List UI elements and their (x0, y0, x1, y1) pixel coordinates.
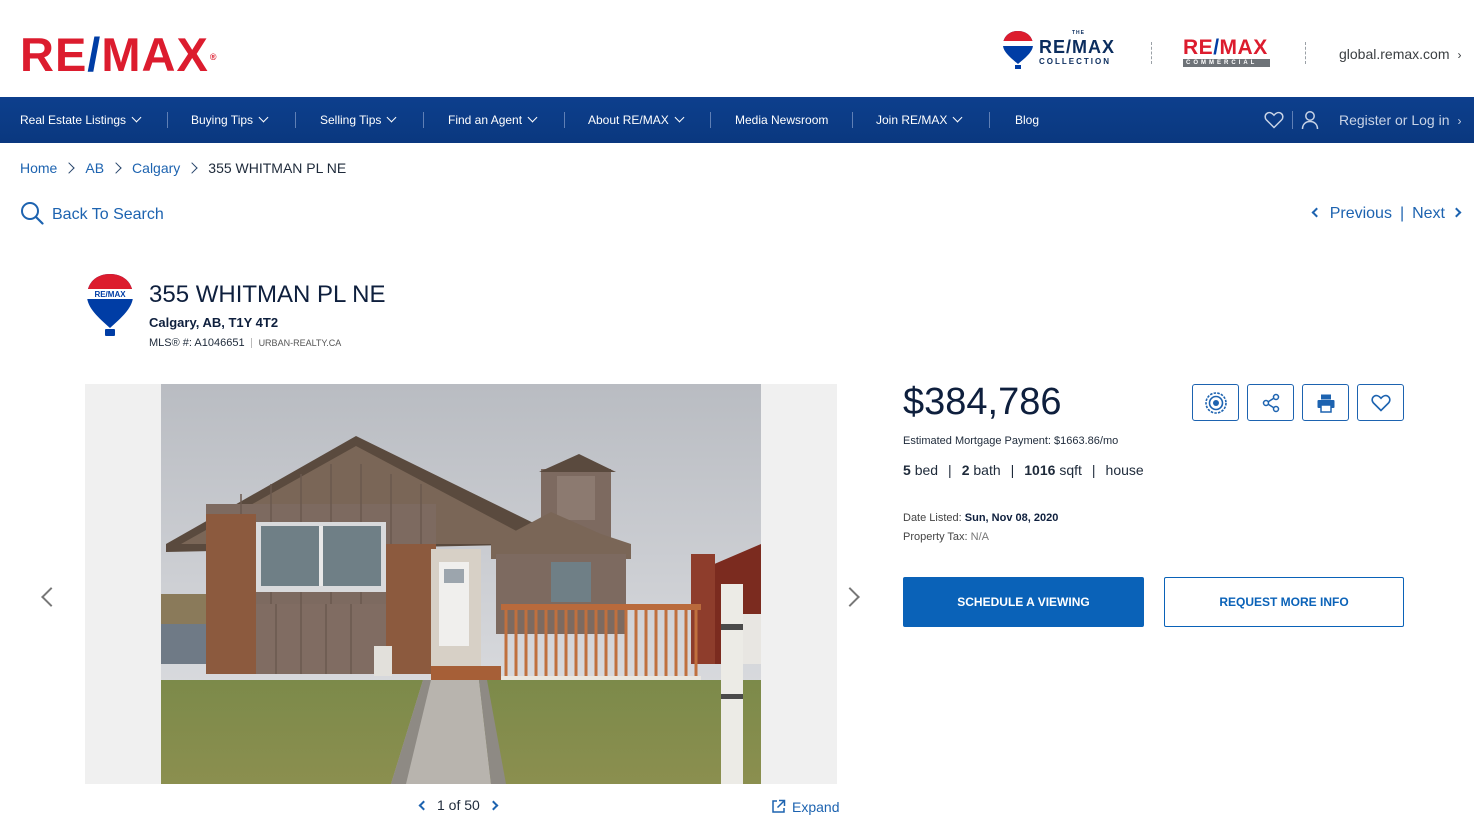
chevron-right-icon (1451, 207, 1462, 218)
nav-buying-tips[interactable]: Buying Tips (191, 97, 269, 143)
breadcrumb-home[interactable]: Home (20, 160, 57, 176)
svg-text:RE/MAX: RE/MAX (94, 290, 126, 299)
chevron-down-icon (386, 112, 397, 123)
site-header: RE/MAX® THE RE/MAX COLLECTION RE/MAX COM… (0, 0, 1474, 97)
nav-selling-tips[interactable]: Selling Tips (320, 97, 397, 143)
share-icon (1262, 393, 1279, 412)
remax-balloon-icon: RE/MAX (87, 274, 133, 336)
nav-real-estate-listings[interactable]: Real Estate Listings (20, 97, 142, 143)
expand-gallery-link[interactable]: Expand (771, 799, 839, 816)
chevron-right-icon: › (1457, 48, 1462, 62)
user-icon[interactable] (1301, 110, 1319, 130)
nav-about-remax[interactable]: About RE/MAX (588, 97, 685, 143)
heart-icon (1370, 394, 1391, 412)
breadcrumb-province[interactable]: AB (85, 160, 104, 176)
listing-photo[interactable] (161, 384, 761, 784)
external-link-icon (772, 799, 786, 813)
gallery-prev-arrow[interactable] (41, 587, 61, 607)
chevron-left-icon[interactable] (418, 800, 429, 811)
nav-separator (167, 112, 168, 128)
listing-prev-next: Previous | Next (1311, 205, 1462, 223)
schedule-viewing-button[interactable]: SCHEDULE A VIEWING (903, 577, 1144, 627)
chevron-down-icon (258, 112, 269, 123)
nav-separator (710, 112, 711, 128)
remax-collection-logo[interactable]: THE RE/MAX COLLECTION (1002, 28, 1122, 72)
listing-dates: Date Listed: Sun, Nov 08, 2020 Property … (903, 509, 1058, 547)
breadcrumb-current: 355 WHITMAN PL NE (208, 160, 347, 176)
chevron-right-icon: › (1457, 114, 1462, 128)
heart-icon[interactable] (1264, 111, 1284, 129)
listing-mls: MLS® #: A1046651 URBAN-REALTY.CA (149, 337, 342, 349)
balloon-icon (1003, 31, 1033, 69)
chevron-right-icon (63, 162, 76, 174)
chevron-right-icon (110, 162, 122, 174)
collection-sub: COLLECTION (1039, 57, 1111, 66)
favorite-button[interactable] (1357, 384, 1404, 421)
badge-button[interactable] (1192, 384, 1239, 421)
photo-gallery (85, 384, 837, 784)
brokerage-name: URBAN-REALTY.CA (250, 338, 342, 348)
nav-separator (423, 112, 424, 128)
listing-address: 355 WHITMAN PL NE (149, 281, 386, 308)
header-divider (1151, 42, 1152, 64)
chevron-right-icon[interactable] (488, 800, 499, 811)
nav-blog[interactable]: Blog (1015, 97, 1039, 143)
house-photo (161, 384, 761, 784)
nav-separator (295, 112, 296, 128)
previous-listing-link[interactable]: Previous (1311, 205, 1392, 222)
listing-price: $384,786 (903, 381, 1062, 423)
remax-commercial-logo[interactable]: RE/MAX COMMERCIAL (1183, 37, 1270, 67)
collection-brand: RE/MAX (1039, 37, 1116, 57)
listing-specs: 5 bed | 2 bath | 1016 sqft | house (903, 462, 1144, 478)
badge-icon (1204, 391, 1227, 414)
chevron-down-icon (674, 112, 685, 123)
share-button[interactable] (1247, 384, 1294, 421)
chevron-right-icon (186, 162, 198, 174)
header-divider (1305, 42, 1306, 64)
register-login-link[interactable]: Register or Log in › (1339, 97, 1462, 143)
chevron-down-icon (131, 112, 142, 123)
property-tax: Property Tax: N/A (903, 531, 990, 543)
gallery-pager: 1 of 50 (418, 797, 499, 813)
chevron-left-icon (1311, 207, 1322, 218)
nav-separator (564, 112, 565, 128)
collection-the: THE (1072, 30, 1085, 36)
nav-separator (989, 112, 990, 128)
search-icon (21, 202, 44, 225)
remax-logo[interactable]: RE/MAX® (20, 31, 216, 78)
chevron-down-icon (952, 112, 963, 123)
date-listed: Date Listed: Sun, Nov 08, 2020 (903, 512, 1059, 524)
request-info-button[interactable]: REQUEST MORE INFO (1164, 577, 1404, 627)
back-to-search-link[interactable]: Back To Search (20, 202, 164, 227)
print-icon (1317, 394, 1334, 413)
global-remax-link[interactable]: global.remax.com › (1339, 46, 1462, 62)
gallery-next-arrow[interactable] (840, 587, 860, 607)
nav-find-an-agent[interactable]: Find an Agent (448, 97, 538, 143)
chevron-down-icon (527, 112, 538, 123)
next-listing-link[interactable]: Next (1412, 205, 1462, 222)
nav-join-remax[interactable]: Join RE/MAX (876, 97, 963, 143)
print-button[interactable] (1302, 384, 1349, 421)
photo-counter: 1 of 50 (437, 797, 480, 813)
nav-media-newsroom[interactable]: Media Newsroom (735, 97, 828, 143)
mortgage-estimate: Estimated Mortgage Payment: $1663.86/mo (903, 435, 1119, 447)
breadcrumb: Home AB Calgary 355 WHITMAN PL NE (20, 160, 346, 176)
listing-city: Calgary, AB, T1Y 4T2 (149, 315, 279, 330)
nav-separator (852, 112, 853, 128)
breadcrumb-city[interactable]: Calgary (132, 160, 180, 176)
nav-separator (1292, 111, 1293, 129)
